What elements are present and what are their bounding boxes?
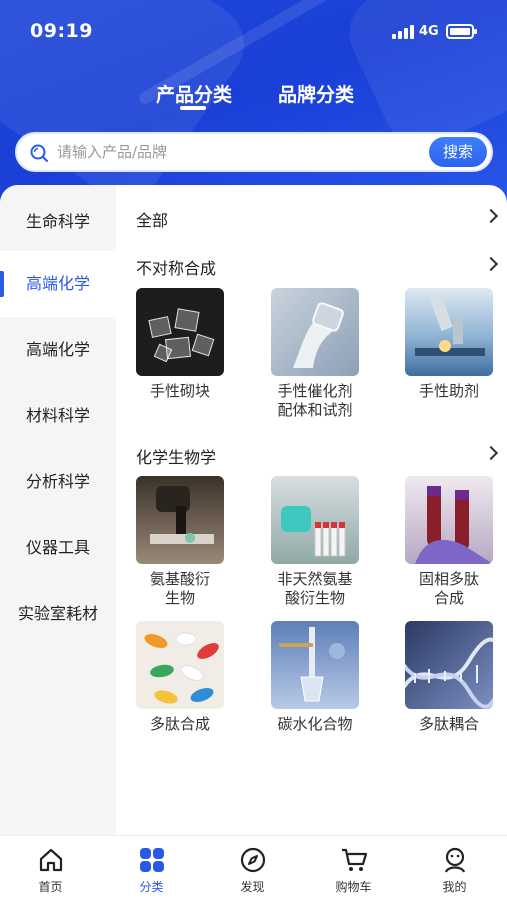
content-panel: 生命科学 高端化学 高端化学 材料科学 分析科学 仪器工具 实验室耗材 全部 不… [0,185,507,835]
chevron-right-icon [483,445,499,461]
bottom-nav: 首页 分类 发现 购物车 我的 [0,835,507,900]
test-tubes-image [271,476,359,564]
cart-icon [342,848,368,871]
section-title: 化学生物学 [136,448,217,467]
product-label: 固相多肽 合成 [418,570,479,607]
profile-icon [444,847,466,873]
active-tab-indicator [180,106,206,110]
nav-category-label: 分类 [139,880,164,894]
chiral-blocks-image [136,288,224,376]
section-title: 不对称合成 [136,259,217,278]
tab-brand-category[interactable]: 品牌分类 [278,80,354,107]
product-card[interactable]: 氨基酸衍 生物 [125,476,235,608]
chevron-right-icon [483,256,499,272]
compass-icon [240,847,266,873]
catalyst-image [271,288,359,376]
sidebar-item-instruments-tools[interactable]: 仪器工具 [0,515,116,581]
nav-home-label: 首页 [38,880,63,894]
dna-helix-image [405,621,493,709]
chevron-right-icon [483,208,499,224]
status-bar: 09:19 4G [0,0,507,62]
nav-profile[interactable]: 我的 [404,836,505,900]
home-icon [39,848,63,872]
product-card[interactable]: 固相多肽 合成 [394,476,504,608]
sidebar-item-materials-science[interactable]: 材料科学 [0,383,116,449]
tab-product-category[interactable]: 产品分类 [156,80,232,107]
network-label: 4G [419,24,439,39]
product-label: 非天然氨基 酸衍生物 [277,570,353,607]
product-card[interactable]: 多肽耦合 [394,621,504,734]
product-card[interactable]: 多肽合成 [125,621,235,734]
blood-tubes-image [405,476,493,564]
nav-cart[interactable]: 购物车 [303,836,404,900]
all-row[interactable]: 全部 [136,207,499,235]
battery-icon [446,24,477,39]
sidebar-item-high-end-chemistry-active[interactable]: 高端化学 [0,251,116,317]
sidebar-item-high-end-chemistry[interactable]: 高端化学 [0,317,116,383]
category-content: 全部 不对称合成 手性砌块 手性催化剂 配体和试剂 手性助剂 化学生物学 氨基酸… [116,185,507,835]
signal-icon [392,25,414,39]
lab-apparatus-image [271,621,359,709]
nav-profile-label: 我的 [442,880,467,894]
product-label: 手性催化剂 配体和试剂 [277,382,353,419]
category-tabs: 产品分类 品牌分类 [0,80,507,120]
nav-discover-label: 发现 [240,880,265,894]
microscope-dark-image [136,476,224,564]
search-bar: 搜索 [15,132,493,172]
sidebar-item-life-science[interactable]: 生命科学 [0,189,116,255]
product-label: 多肽耦合 [418,715,479,733]
microscope-image [405,288,493,376]
status-time: 09:19 [30,20,93,42]
category-sidebar: 生命科学 高端化学 高端化学 材料科学 分析科学 仪器工具 实验室耗材 [0,185,116,835]
category-icon [140,848,164,872]
section-header-chemical-biology[interactable]: 化学生物学 [136,444,499,470]
all-label: 全部 [136,211,169,230]
search-icon [30,144,48,162]
search-input[interactable] [57,134,417,170]
header-background: 09:19 4G 产品分类 品牌分类 搜索 [0,0,507,215]
product-label: 手性助剂 [418,382,479,400]
product-card[interactable]: 手性催化剂 配体和试剂 [260,288,370,420]
product-card[interactable]: 手性砌块 [125,288,235,401]
sidebar-item-lab-consumables[interactable]: 实验室耗材 [0,581,116,647]
product-card[interactable]: 碳水化合物 [260,621,370,734]
product-label: 碳水化合物 [277,715,353,733]
capsules-image [136,621,224,709]
section-header-asymmetric-synthesis[interactable]: 不对称合成 [136,255,499,281]
product-label: 多肽合成 [149,715,210,733]
product-card[interactable]: 手性助剂 [394,288,504,401]
search-button[interactable]: 搜索 [429,137,487,167]
nav-discover[interactable]: 发现 [202,836,303,900]
nav-home[interactable]: 首页 [0,836,101,900]
nav-category[interactable]: 分类 [101,836,202,900]
sidebar-item-analytical-science[interactable]: 分析科学 [0,449,116,515]
nav-cart-label: 购物车 [335,880,372,894]
product-label: 手性砌块 [149,382,210,400]
product-card[interactable]: 非天然氨基 酸衍生物 [260,476,370,608]
product-label: 氨基酸衍 生物 [149,570,210,607]
